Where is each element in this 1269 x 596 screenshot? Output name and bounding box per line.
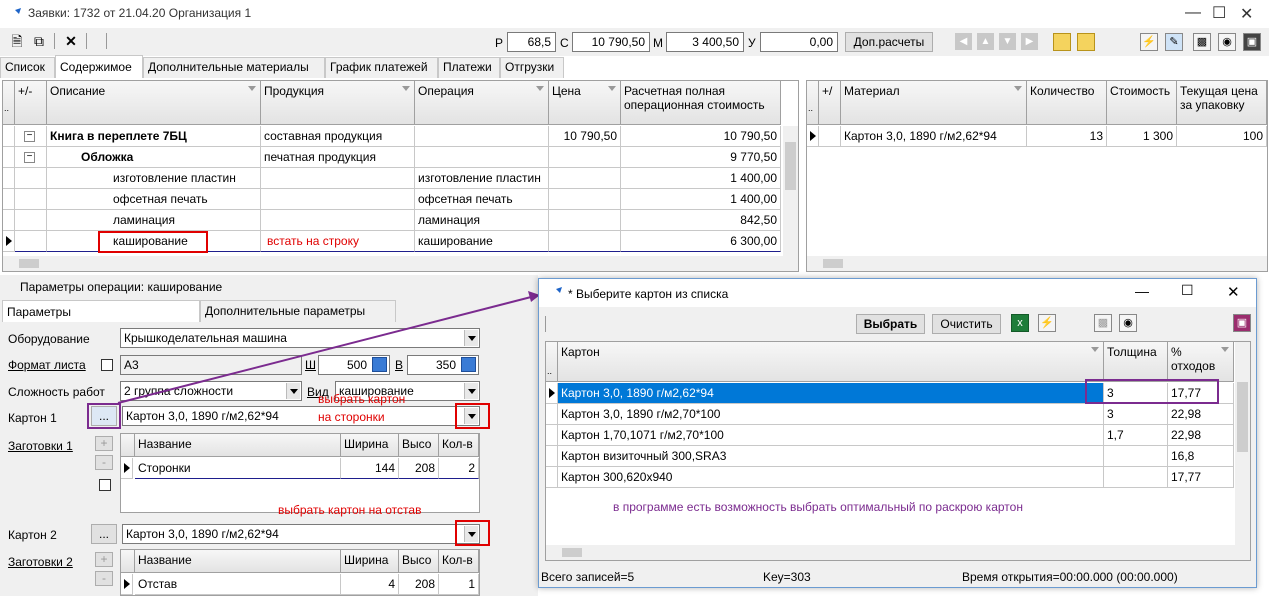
row-indicator xyxy=(546,425,558,446)
cell-thickness[interactable]: 3 xyxy=(1104,404,1168,425)
book-icon[interactable]: ▣ xyxy=(1233,314,1251,332)
dialog-vscrollbar[interactable] xyxy=(1235,342,1250,545)
select-button[interactable]: Выбрать xyxy=(856,314,925,334)
cell-thickness[interactable] xyxy=(1104,446,1168,467)
header-thickness[interactable]: Толщина xyxy=(1104,342,1168,382)
highlight-thickness-waste-box xyxy=(1085,379,1219,404)
cell-karton[interactable]: Картон 3,0, 1890 г/м2,62*94 xyxy=(558,383,1104,404)
binoculars-icon[interactable]: ◉ xyxy=(1119,314,1137,332)
minimize-button[interactable]: — xyxy=(1135,283,1149,299)
cell-karton[interactable]: Картон 300,620x940 xyxy=(558,467,1104,488)
status-open-time: Время открытия=00:00.000 (00:00.000) xyxy=(962,570,1178,584)
row-indicator xyxy=(546,467,558,488)
karton-list-grid: .. Картон Толщина % отходов Картон 3,0, 1… xyxy=(545,341,1251,561)
maximize-button[interactable]: ☐ xyxy=(1181,282,1194,299)
app-icon xyxy=(550,287,562,299)
cell-karton[interactable]: Картон 3,0, 1890 г/м2,70*100 xyxy=(558,404,1104,425)
header-waste[interactable]: % отходов xyxy=(1168,342,1234,382)
status-key: Key=303 xyxy=(763,570,811,584)
lightning-icon[interactable]: ⚡ xyxy=(1038,314,1056,332)
cell-waste[interactable]: 17,77 xyxy=(1168,467,1234,488)
cell-karton[interactable]: Картон визиточный 300,SRA3 xyxy=(558,446,1104,467)
cell-thickness[interactable]: 1,7 xyxy=(1104,425,1168,446)
header-karton-label: Картон xyxy=(561,345,600,359)
cell-thickness[interactable] xyxy=(1104,467,1168,488)
dialog-title: * Выберите картон из списка xyxy=(568,287,729,301)
dialog-hscrollbar[interactable] xyxy=(546,545,1250,560)
cell-karton[interactable]: Картон 1,70,1071 г/м2,70*100 xyxy=(558,425,1104,446)
select-karton-dialog: * Выберите картон из списка — ☐ ✕ Выбрат… xyxy=(538,278,1257,588)
cell-waste[interactable]: 16,8 xyxy=(1168,446,1234,467)
row-indicator xyxy=(546,446,558,467)
filter-icon[interactable]: ▩ xyxy=(1094,314,1112,332)
grid-corner: .. xyxy=(546,342,558,382)
row-indicator xyxy=(546,404,558,425)
close-button[interactable]: ✕ xyxy=(1227,283,1240,301)
cell-waste[interactable]: 22,98 xyxy=(1168,404,1234,425)
current-row-indicator xyxy=(546,383,558,404)
clear-button[interactable]: Очистить xyxy=(932,314,1001,334)
annotation-optimal-note: в программе есть возможность выбрать опт… xyxy=(613,500,1023,514)
header-karton[interactable]: Картон xyxy=(558,342,1104,382)
cell-waste[interactable]: 22,98 xyxy=(1168,425,1234,446)
dialog-titlebar: * Выберите картон из списка — ☐ ✕ xyxy=(539,279,1256,307)
excel-icon[interactable]: x xyxy=(1011,314,1029,332)
header-waste-line2: отходов xyxy=(1171,359,1216,373)
status-total-records: Всего записей=5 xyxy=(541,570,635,584)
